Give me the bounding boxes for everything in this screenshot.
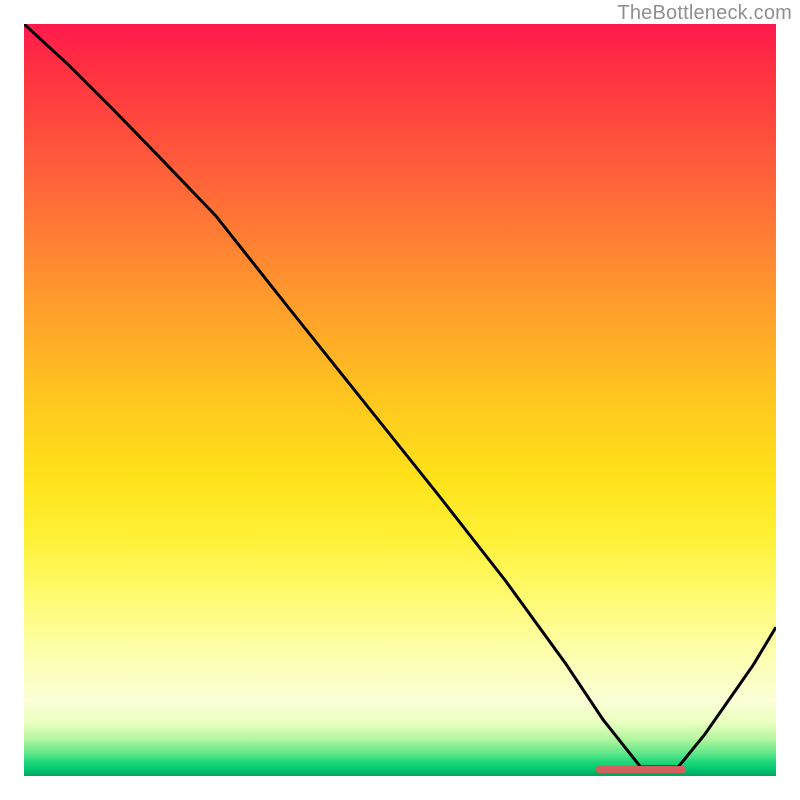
watermark-text: TheBottleneck.com (617, 2, 792, 25)
bottleneck-curve (24, 24, 776, 776)
optimal-range-marker (596, 766, 686, 773)
plot-area (24, 24, 776, 776)
curve-path (24, 24, 776, 767)
